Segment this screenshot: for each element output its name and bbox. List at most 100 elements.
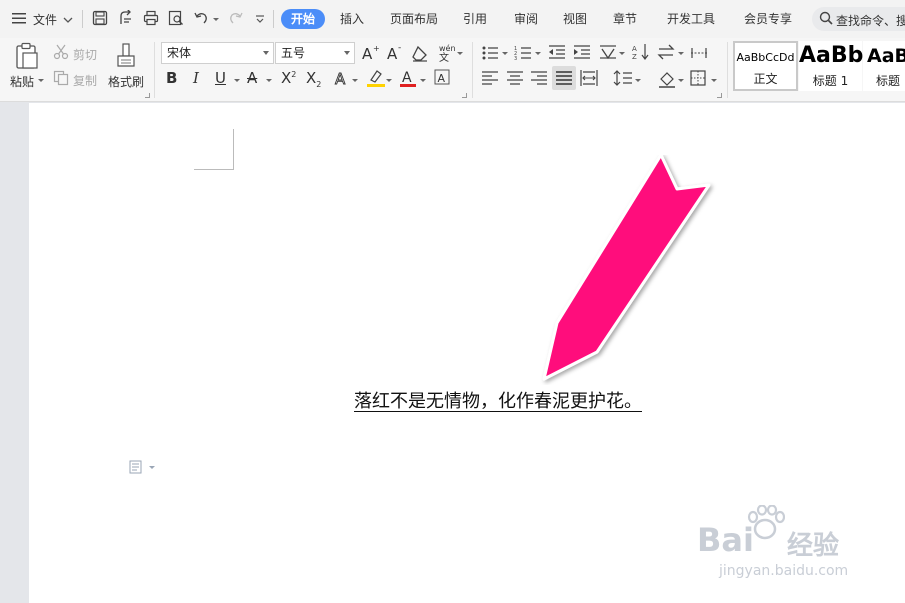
tab-references[interactable]: 引用 — [463, 9, 487, 29]
font-color-icon[interactable]: A — [399, 68, 417, 91]
undo-icon[interactable] — [193, 10, 209, 29]
svg-text:A: A — [362, 45, 373, 62]
format-painter-icon[interactable] — [115, 42, 137, 71]
line-spacing-dropdown-icon[interactable] — [635, 79, 641, 82]
decrease-font-size-icon[interactable]: A- — [386, 43, 406, 65]
phonetic-dropdown-icon[interactable] — [457, 52, 463, 55]
cut-button[interactable]: 剪切 — [73, 46, 97, 63]
bullet-list-dropdown-icon[interactable] — [502, 52, 508, 55]
cut-icon[interactable] — [53, 44, 69, 63]
clipboard-launcher-icon[interactable] — [145, 93, 150, 98]
subscript-icon[interactable]: X2 — [306, 69, 321, 89]
chevron-down-icon[interactable] — [63, 14, 73, 28]
borders-icon[interactable] — [690, 70, 706, 89]
tab-review[interactable]: 审阅 — [514, 9, 538, 29]
paste-icon[interactable] — [14, 42, 40, 73]
show-hide-marks-icon[interactable] — [657, 43, 677, 64]
ribbon-toolbar: 粘贴 剪切 复制 格式刷 宋体 五号 A + A- wén 文 B I U A X2… — [0, 38, 905, 102]
increase-font-size-icon[interactable]: A + — [361, 44, 381, 65]
margin-corner-mark — [233, 129, 234, 170]
format-painter-button[interactable]: 格式刷 — [108, 73, 144, 90]
underline-icon[interactable]: U — [215, 69, 226, 87]
font-name-select[interactable]: 宋体 — [161, 42, 274, 64]
copy-button[interactable]: 复制 — [73, 72, 97, 89]
text-effect-icon[interactable]: A — [333, 68, 351, 91]
style-heading-2-sample: AaB — [866, 45, 905, 67]
strikethrough-icon[interactable]: A — [247, 69, 257, 87]
svg-text:A: A — [438, 72, 446, 85]
superscript-icon[interactable]: X2 — [281, 69, 296, 87]
print-preview-icon[interactable] — [168, 10, 184, 29]
font-name-value: 宋体 — [167, 46, 192, 60]
align-right-icon[interactable] — [530, 70, 548, 89]
tab-page-layout[interactable]: 页面布局 — [390, 9, 438, 29]
svg-text:3: 3 — [514, 56, 517, 62]
paragraph-launcher-icon[interactable] — [717, 93, 722, 98]
line-spacing-icon[interactable] — [613, 69, 633, 90]
highlight-dropdown-icon[interactable] — [386, 79, 392, 82]
tab-insert[interactable]: 插入 — [340, 9, 364, 29]
hamburger-menu-icon[interactable] — [12, 12, 26, 27]
search-icon — [819, 11, 833, 28]
numbered-list-icon[interactable]: 123 — [514, 44, 532, 65]
show-marks-dropdown-icon[interactable] — [678, 52, 684, 55]
distributed-align-icon[interactable] — [580, 69, 598, 90]
increase-indent-icon[interactable] — [573, 44, 591, 65]
decrease-indent-icon[interactable] — [548, 44, 566, 65]
watermark-brand: Bai — [697, 521, 754, 559]
document-text[interactable]: 落红不是无情物，化作春泥更护花。 — [354, 387, 642, 413]
save-icon[interactable] — [92, 10, 108, 29]
tab-member[interactable]: 会员专享 — [744, 9, 792, 29]
strikethrough-dropdown-icon[interactable] — [266, 79, 272, 82]
style-heading-2-label: 标题 — [875, 74, 900, 88]
highlight-icon[interactable] — [366, 68, 386, 91]
sort-icon[interactable]: AZ — [632, 43, 650, 64]
style-normal[interactable]: AaBbCcDd 正文 — [733, 41, 798, 91]
customize-toolbar-icon[interactable] — [255, 13, 265, 27]
paragraph-layout-icon[interactable] — [129, 460, 157, 477]
watermark-url: jingyan.baidu.com — [719, 563, 849, 579]
underline-dropdown-icon[interactable] — [234, 79, 240, 82]
numbered-list-dropdown-icon[interactable] — [535, 52, 541, 55]
file-menu[interactable]: 文件 — [33, 11, 57, 28]
export-pdf-icon[interactable] — [118, 8, 134, 29]
align-left-icon[interactable] — [481, 70, 499, 89]
chinese-layout-icon[interactable] — [598, 43, 618, 64]
print-icon[interactable] — [143, 10, 159, 29]
italic-icon[interactable]: I — [193, 69, 199, 87]
tab-stop-icon[interactable] — [690, 44, 708, 65]
bold-icon[interactable]: B — [166, 69, 177, 87]
shading-icon[interactable] — [657, 69, 677, 92]
align-center-icon[interactable] — [506, 70, 524, 89]
font-size-select[interactable]: 五号 — [275, 42, 355, 64]
phonetic-guide-icon[interactable]: wén 文 — [436, 42, 456, 65]
shading-dropdown-icon[interactable] — [678, 79, 684, 82]
style-heading-1[interactable]: AaBb 标题 1 — [799, 41, 864, 91]
borders-dropdown-icon[interactable] — [711, 79, 717, 82]
svg-text:文: 文 — [439, 51, 449, 62]
svg-text:A: A — [632, 45, 637, 53]
justify-button[interactable] — [552, 66, 576, 90]
tab-developer[interactable]: 开发工具 — [667, 9, 715, 29]
style-heading-1-label: 标题 1 — [812, 74, 849, 88]
command-search[interactable]: 查找命令、搜 — [812, 7, 905, 31]
paste-button[interactable]: 粘贴 — [10, 73, 34, 90]
tab-home[interactable]: 开始 — [281, 9, 326, 29]
clear-format-icon[interactable] — [411, 44, 429, 65]
chinese-layout-dropdown-icon[interactable] — [619, 52, 625, 55]
char-border-icon[interactable]: A — [434, 69, 450, 88]
annotation-arrow — [542, 155, 711, 381]
text-effect-dropdown-icon[interactable] — [352, 79, 358, 82]
paste-dropdown-icon[interactable] — [38, 79, 44, 82]
font-launcher-icon[interactable] — [462, 93, 467, 98]
document-page[interactable]: 落红不是无情物，化作春泥更护花。 Bai 经验 jingyan.baidu.co… — [29, 103, 905, 603]
tab-view[interactable]: 视图 — [563, 9, 587, 29]
tab-section[interactable]: 章节 — [613, 9, 637, 29]
bullet-list-icon[interactable] — [481, 44, 499, 65]
search-input[interactable]: 查找命令、搜 — [836, 12, 905, 29]
style-heading-1-sample: AaBb — [799, 43, 864, 68]
copy-icon[interactable] — [53, 70, 69, 89]
undo-dropdown-icon[interactable] — [213, 18, 219, 21]
font-color-dropdown-icon[interactable] — [420, 79, 426, 82]
style-heading-2[interactable]: AaB 标题 — [863, 41, 905, 91]
